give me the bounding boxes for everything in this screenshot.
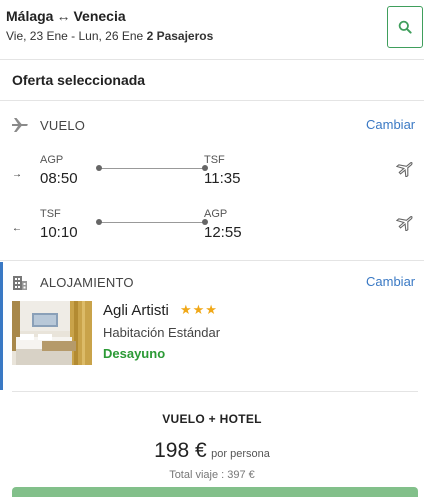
departure-airport: TSF <box>40 208 61 220</box>
origin-dot <box>96 165 102 171</box>
departure-airport: AGP <box>40 154 64 166</box>
search-icon <box>398 20 412 34</box>
outbound-flight-leg[interactable]: → AGP 08:50 TSF 11:35 <box>0 154 424 198</box>
return-flight-leg[interactable]: ← TSF 10:10 AGP 12:55 <box>0 208 424 252</box>
price-per-person-label: por persona <box>211 448 270 460</box>
airline-plane-icon <box>396 216 413 231</box>
roundtrip-arrow-icon: ↔ <box>56 8 71 24</box>
search-summary-header: Málaga ↔ Venecia Vie, 23 Ene - Lun, 26 Ene… <box>0 0 424 60</box>
passenger-count: 2 Pasajeros <box>146 29 214 43</box>
accommodation-section-label: ALOJAMIENTO <box>40 275 134 290</box>
destination-city: Venecia <box>73 8 126 24</box>
arrival-time: 12:55 <box>204 224 242 241</box>
date-range: Vie, 23 Ene - Lun, 26 Ene <box>6 29 144 43</box>
flight-path-line <box>98 168 206 169</box>
arrow-right-icon: → <box>12 169 22 180</box>
room-type: Habitación Estándar <box>103 325 221 340</box>
hotel-name[interactable]: Agli Artisti <box>103 302 169 319</box>
divider <box>0 100 424 101</box>
hotel-photo[interactable] <box>12 301 92 365</box>
arrival-time: 11:35 <box>204 170 241 187</box>
flight-path-line <box>98 222 206 223</box>
route-title: Málaga ↔ Venecia <box>6 8 126 24</box>
departure-time: 08:50 <box>40 170 78 187</box>
star-rating: ★★★ <box>180 302 218 317</box>
price-display: 198 € por persona <box>0 439 424 463</box>
change-flight-link[interactable]: Cambiar <box>366 117 415 132</box>
package-label: VUELO + HOTEL <box>162 412 262 426</box>
origin-city: Málaga <box>6 8 54 24</box>
meal-plan: Desayuno <box>103 346 166 361</box>
arrival-airport: AGP <box>204 208 228 220</box>
building-icon <box>13 276 27 290</box>
departure-time: 10:10 <box>40 224 78 241</box>
airline-plane-icon <box>396 162 413 177</box>
arrival-airport: TSF <box>204 154 225 166</box>
book-button[interactable] <box>12 487 418 497</box>
divider <box>12 391 418 392</box>
origin-dot <box>96 219 102 225</box>
offer-title: Oferta seleccionada <box>12 72 146 88</box>
price-amount: 198 € <box>154 439 207 462</box>
search-button[interactable] <box>387 6 423 48</box>
flight-section-label: VUELO <box>40 118 86 133</box>
trip-dates: Vie, 23 Ene - Lun, 26 Ene 2 Pasajeros <box>6 29 213 43</box>
total-trip-price: Total viaje : 397 € <box>169 469 255 481</box>
arrow-left-icon: ← <box>12 223 22 234</box>
divider <box>0 260 424 261</box>
change-hotel-link[interactable]: Cambiar <box>366 274 415 289</box>
plane-icon <box>12 118 28 132</box>
hotel-room-image <box>12 301 92 365</box>
